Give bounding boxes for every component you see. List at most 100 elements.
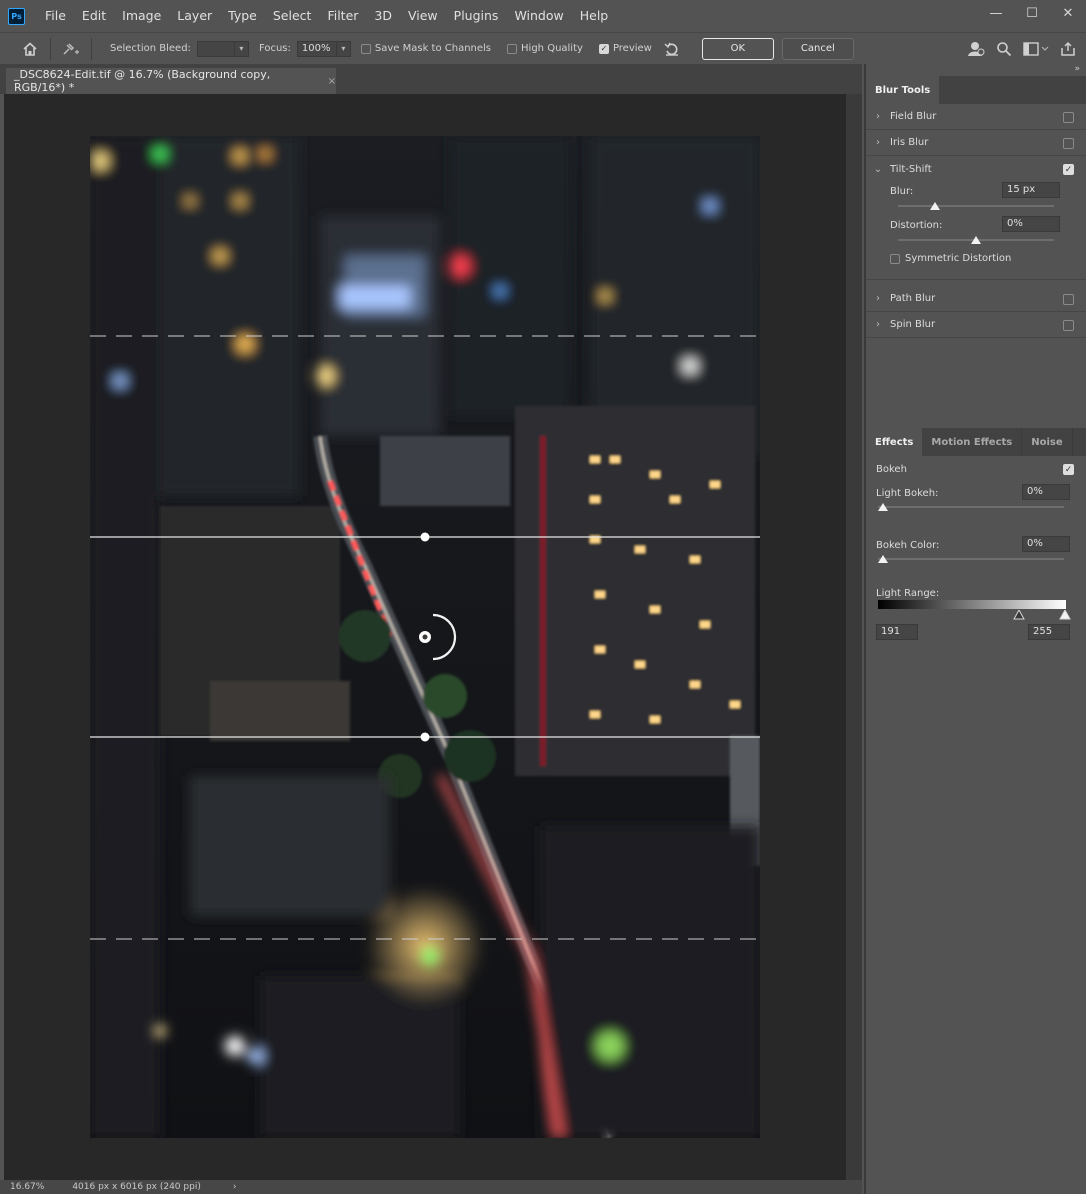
menu-layer[interactable]: Layer	[169, 0, 220, 32]
blur-slider-track[interactable]	[898, 205, 1054, 207]
menu-edit[interactable]: Edit	[74, 0, 114, 32]
light-bokeh-label: Light Bokeh:	[876, 488, 939, 499]
iris-blur-row[interactable]: › Iris Blur	[866, 130, 1086, 156]
pin-tool-icon[interactable]	[57, 37, 85, 61]
focus-label: Focus:	[258, 43, 291, 54]
menu-window[interactable]: Window	[506, 0, 571, 32]
focus-dropdown[interactable]: ▾	[336, 40, 351, 57]
distortion-slider-thumb[interactable]	[971, 236, 981, 244]
light-bokeh-slider-thumb[interactable]	[878, 503, 888, 511]
high-quality-checkbox[interactable]	[507, 43, 518, 54]
menu-type[interactable]: Type	[220, 0, 265, 32]
path-blur-label: Path Blur	[890, 293, 936, 304]
tilt-shift-checkbox[interactable]: ✓	[1063, 164, 1074, 175]
menu-plugins[interactable]: Plugins	[446, 0, 507, 32]
menu-3d[interactable]: 3D	[366, 0, 400, 32]
city-night-photo	[90, 136, 760, 1138]
path-blur-checkbox[interactable]	[1063, 294, 1074, 305]
chevron-right-icon[interactable]: ›	[866, 293, 890, 304]
blur-param: Blur: 15 px	[866, 182, 1086, 216]
focus-input[interactable]: 100%	[296, 40, 337, 57]
bokeh-color-input[interactable]: 0%	[1022, 536, 1070, 552]
preview-label: Preview	[612, 43, 652, 54]
save-mask-checkbox[interactable]	[360, 43, 371, 54]
blur-slider-thumb[interactable]	[930, 202, 941, 210]
tab-noise[interactable]: Noise	[1022, 428, 1073, 456]
chevron-right-icon[interactable]: ›	[866, 111, 890, 122]
bokeh-color-slider-track[interactable]	[878, 558, 1064, 560]
search-icon[interactable]	[990, 37, 1018, 61]
tilt-shift-label: Tilt-Shift	[890, 163, 932, 175]
document-info: 4016 px x 6016 px (240 ppi)	[72, 1182, 201, 1192]
spin-blur-row[interactable]: › Spin Blur	[866, 312, 1086, 338]
tab-effects[interactable]: Effects	[866, 428, 923, 456]
zoom-level[interactable]: 16.67%	[10, 1182, 44, 1192]
selection-bleed-dropdown[interactable]: ▾	[234, 40, 249, 57]
bokeh-row: Bokeh ✓	[866, 456, 1086, 482]
status-menu-arrow[interactable]: ›	[233, 1182, 237, 1192]
spin-blur-checkbox[interactable]	[1063, 320, 1074, 331]
options-bar: Selection Bleed: ▾ Focus: 100% ▾ Save Ma…	[0, 32, 1086, 64]
document-title: _DSC8624-Edit.tif @ 16.7% (Background co…	[14, 68, 271, 94]
menu-filter[interactable]: Filter	[319, 0, 366, 32]
user-icon[interactable]	[962, 37, 990, 61]
chevron-right-icon[interactable]: ›	[866, 319, 890, 330]
canvas-area[interactable]	[4, 94, 846, 1180]
light-bokeh-input[interactable]: 0%	[1022, 484, 1070, 500]
field-blur-row[interactable]: › Field Blur	[866, 104, 1086, 130]
light-range-gradient[interactable]	[878, 600, 1066, 609]
light-range-label: Light Range:	[876, 588, 940, 599]
menu-view[interactable]: View	[400, 0, 446, 32]
bokeh-checkbox[interactable]: ✓	[1063, 464, 1074, 475]
bokeh-color-slider-thumb[interactable]	[878, 555, 888, 563]
menu-help[interactable]: Help	[572, 0, 617, 32]
selection-bleed-input[interactable]	[196, 40, 235, 57]
light-range-low-input[interactable]: 191	[876, 624, 918, 640]
tab-blur-tools[interactable]: Blur Tools	[866, 76, 940, 104]
light-bokeh-param: Light Bokeh: 0%	[866, 482, 1086, 534]
close-button[interactable]: ✕	[1050, 0, 1086, 26]
ok-button[interactable]: OK	[701, 37, 774, 60]
field-blur-checkbox[interactable]	[1063, 112, 1074, 123]
effects-panel: Effects Motion Effects Noise Bokeh ✓ Lig…	[866, 428, 1086, 1188]
close-document-icon[interactable]: ×	[328, 76, 336, 87]
chevron-down-icon[interactable]: ⌄	[866, 164, 890, 175]
document-tab[interactable]: _DSC8624-Edit.tif @ 16.7% (Background co…	[6, 68, 336, 94]
share-icon[interactable]	[1054, 37, 1082, 61]
document-image[interactable]	[90, 136, 760, 1138]
blur-amount-input[interactable]: 15 px	[1002, 182, 1060, 198]
bokeh-color-param: Bokeh Color: 0%	[866, 534, 1086, 584]
blur-gallery-panel: » Blur Tools › Field Blur › Iris Blur ⌄ …	[864, 64, 1086, 1194]
document-tab-bar: _DSC8624-Edit.tif @ 16.7% (Background co…	[0, 64, 862, 94]
iris-blur-label: Iris Blur	[890, 137, 929, 148]
tilt-shift-row[interactable]: ⌄ Tilt-Shift ✓	[866, 156, 1086, 182]
light-range-high-input[interactable]: 255	[1028, 624, 1070, 640]
minimize-button[interactable]: —	[978, 0, 1014, 26]
maximize-button[interactable]: ☐	[1014, 0, 1050, 26]
chevron-right-icon[interactable]: ›	[866, 137, 890, 148]
preview-checkbox[interactable]: ✓	[598, 43, 609, 54]
menu-select[interactable]: Select	[265, 0, 320, 32]
bokeh-color-label: Bokeh Color:	[876, 540, 940, 551]
vertical-scrollbar[interactable]	[846, 94, 862, 1180]
cancel-button[interactable]: Cancel	[781, 37, 854, 60]
collapse-panels-icon[interactable]: »	[866, 64, 1086, 76]
path-blur-row[interactable]: › Path Blur	[866, 286, 1086, 312]
iris-blur-checkbox[interactable]	[1063, 138, 1074, 149]
menu-file[interactable]: File	[37, 0, 74, 32]
divider	[91, 37, 92, 60]
light-range-high-thumb[interactable]	[1059, 610, 1071, 620]
divider	[50, 37, 51, 60]
distortion-input[interactable]: 0%	[1002, 216, 1060, 232]
blur-tools-tabbar: Blur Tools	[866, 76, 1086, 104]
workspace-icon[interactable]	[1018, 37, 1054, 61]
home-icon[interactable]	[16, 37, 44, 61]
reset-icon[interactable]	[658, 37, 686, 61]
symmetric-distortion-checkbox[interactable]	[890, 254, 900, 264]
distortion-label: Distortion:	[890, 220, 943, 231]
blur-amount-label: Blur:	[890, 186, 914, 197]
menu-image[interactable]: Image	[114, 0, 169, 32]
light-range-low-thumb[interactable]	[1013, 610, 1025, 620]
tab-motion-effects[interactable]: Motion Effects	[922, 428, 1023, 456]
light-bokeh-slider-track[interactable]	[878, 506, 1064, 508]
